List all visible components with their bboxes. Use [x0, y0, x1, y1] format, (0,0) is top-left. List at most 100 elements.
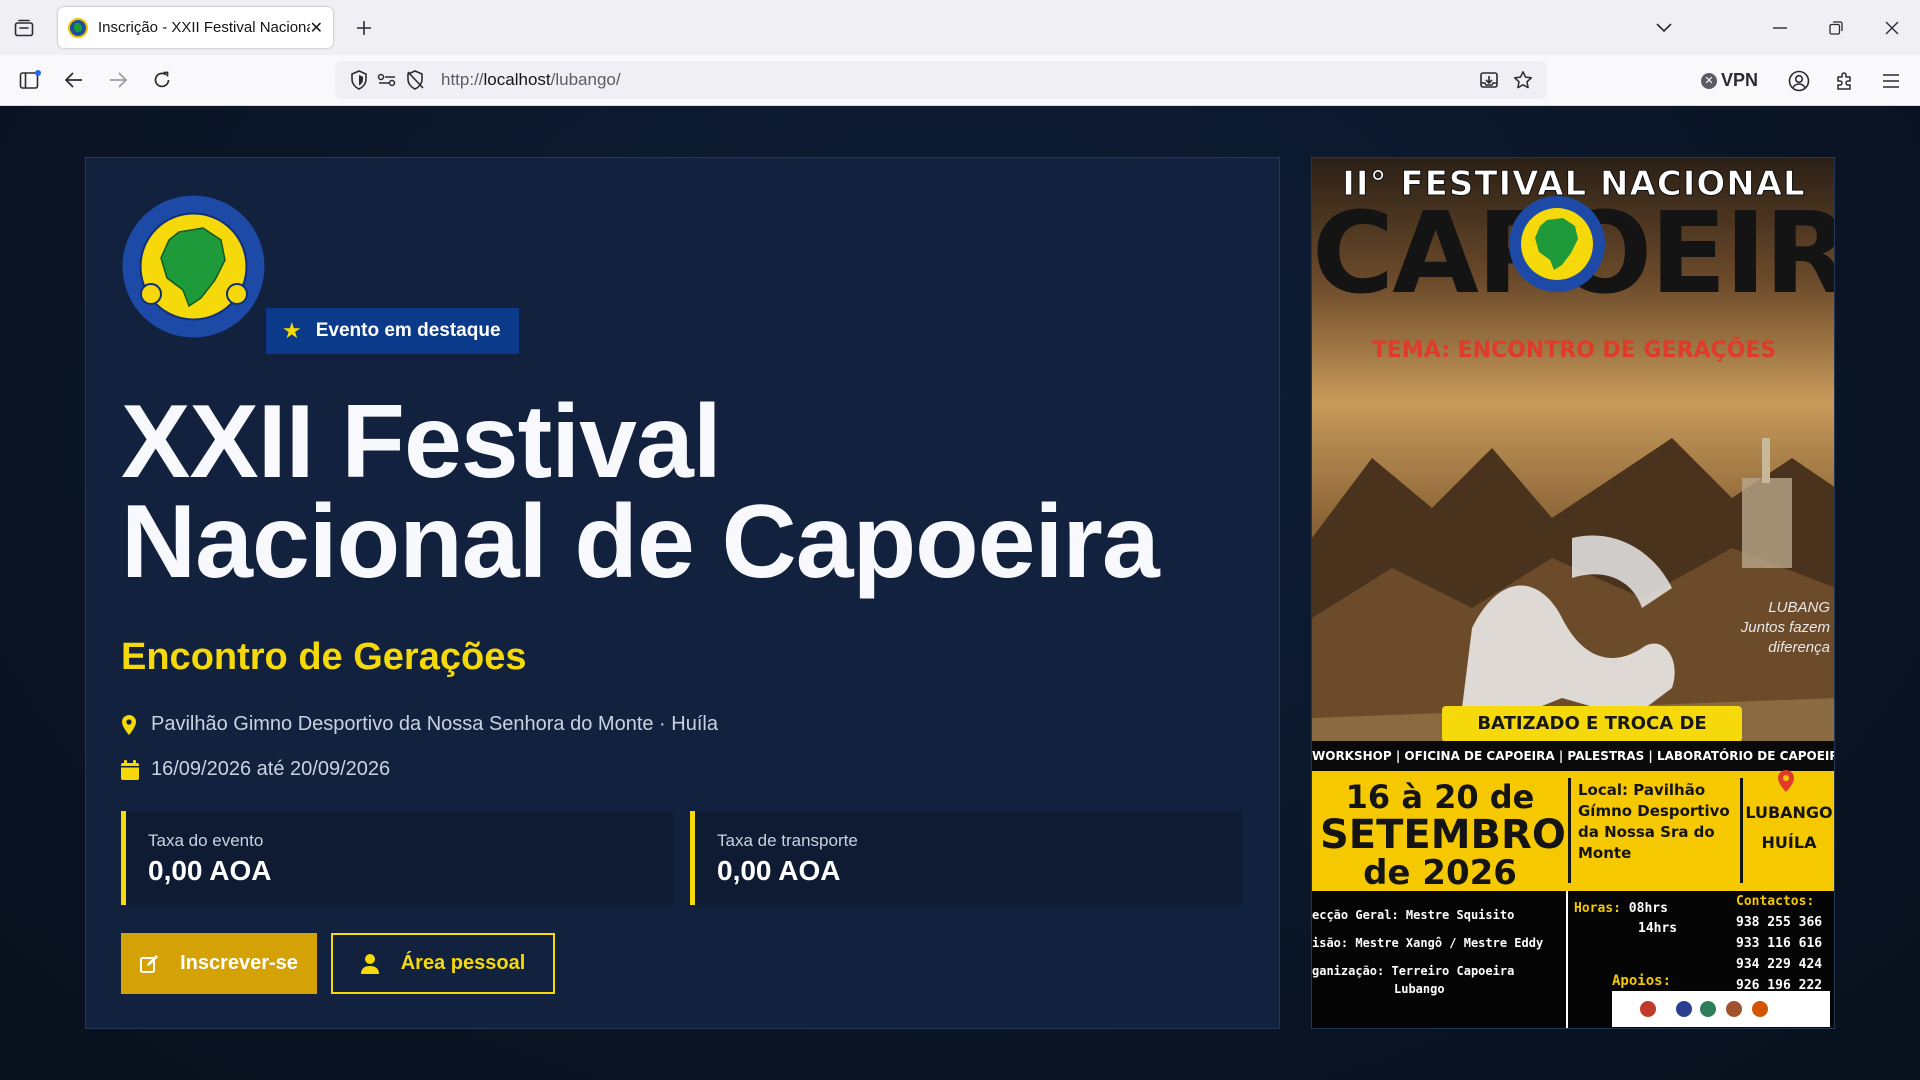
reload-button[interactable] — [140, 60, 184, 100]
poster-divider — [1568, 778, 1571, 883]
plus-icon — [357, 21, 371, 35]
poster-city: LUBANGO HUÍLA — [1742, 798, 1834, 858]
browser-tab-bar: Inscrição - XXII Festival Nacional de Ca… — [0, 0, 1920, 55]
poster-date-line-2: SETEMBRO — [1320, 812, 1566, 858]
arrow-left-icon — [65, 72, 82, 88]
bookmark-star-icon[interactable] — [1509, 66, 1537, 94]
page-content: ★ Evento em destaque XXII Festival Nacio… — [0, 106, 1920, 1080]
featured-badge-label: Evento em destaque — [315, 320, 501, 341]
personal-area-button[interactable]: Área pessoal — [331, 933, 555, 994]
close-window-button[interactable] — [1864, 0, 1920, 55]
address-bar[interactable]: http://localhost/lubango/ — [335, 61, 1547, 99]
calendar-icon — [121, 759, 139, 780]
minimize-button[interactable] — [1752, 0, 1808, 55]
chevron-down-icon — [1656, 22, 1672, 32]
active-tab[interactable]: Inscrição - XXII Festival Nacional de Ca… — [58, 7, 333, 48]
poster-hours-label: Horas: — [1574, 901, 1621, 916]
event-title: XXII Festival Nacional de Capoeira — [121, 390, 1261, 594]
app-menu-button[interactable] — [1868, 61, 1914, 101]
sidebar-toggle-button[interactable] — [8, 60, 52, 100]
event-subtitle: Encontro de Gerações — [121, 636, 527, 678]
tab-overview-icon — [14, 19, 34, 36]
poster-contact: 933 116 616 — [1736, 936, 1823, 951]
poster-contacts: Contactos: 938 255 366 933 116 616 934 2… — [1736, 891, 1822, 996]
capoeira-favicon-icon — [68, 17, 88, 38]
url-host: localhost — [483, 70, 551, 89]
list-all-tabs-button[interactable] — [1636, 0, 1692, 55]
poster-bottom-divider — [1566, 891, 1568, 1028]
poster-hours-2: 14hrs — [1638, 921, 1678, 936]
poster-contact: 938 255 366 — [1736, 915, 1823, 930]
poster-batizado-banner: BATIZADO E TROCA DE CORDAS — [1442, 706, 1742, 770]
edit-icon — [140, 954, 159, 973]
insecure-connection-lock-icon[interactable] — [401, 66, 429, 94]
poster-city-1: LUBANGO — [1745, 803, 1833, 822]
event-dates-text: 16/09/2026 até 20/09/2026 — [151, 758, 391, 780]
event-location-text: Pavilhão Gimno Desportivo da Nossa Senho… — [151, 713, 718, 735]
poster-side-text-2: Juntos fazem — [1740, 619, 1830, 636]
tab-close-icon[interactable]: ✕ — [310, 18, 323, 38]
close-icon — [1885, 21, 1899, 34]
poster-sponsor-logos — [1612, 991, 1830, 1027]
event-fee-label: Taxa do evento — [148, 831, 264, 850]
event-card: ★ Evento em destaque XXII Festival Nacio… — [85, 157, 1280, 1029]
event-location: Pavilhão Gimno Desportivo da Nossa Senho… — [121, 713, 718, 736]
poster-map-pin-icon — [1778, 770, 1794, 792]
account-icon — [1788, 70, 1810, 91]
event-fee-box: Taxa do evento 0,00 AOA — [121, 811, 673, 905]
personal-area-button-label: Área pessoal — [400, 952, 526, 974]
event-title-line-1: XXII Festival — [121, 384, 722, 500]
register-button[interactable]: Inscrever-se — [121, 933, 317, 994]
url-text[interactable]: http://localhost/lubango/ — [441, 70, 621, 90]
poster-credit-1: ecção Geral: Mestre Squisito — [1312, 908, 1515, 922]
url-scheme: http:// — [441, 70, 484, 89]
featured-event-badge: ★ Evento em destaque — [266, 308, 519, 354]
account-button[interactable] — [1776, 61, 1822, 101]
poster-contact: 934 229 424 — [1736, 957, 1823, 972]
poster-credits: ecção Geral: Mestre Squisito isão: Mestr… — [1312, 901, 1562, 1003]
poster-side-text: LUBANG Juntos fazem diferença — [1730, 598, 1830, 658]
arrow-right-icon — [110, 72, 127, 88]
poster-side-text-3: diferença — [1768, 639, 1830, 656]
restore-button[interactable] — [1808, 0, 1864, 55]
sidebar-icon — [19, 70, 41, 89]
save-to-pocket-icon[interactable] — [1475, 66, 1503, 94]
restore-icon — [1829, 20, 1843, 35]
new-tab-button[interactable] — [348, 12, 380, 44]
poster-side-text-1: LUBANG — [1768, 599, 1830, 616]
transport-fee-label: Taxa de transporte — [717, 831, 858, 850]
poster-hours: Horas: 08hrs 14hrs — [1574, 899, 1677, 939]
user-icon — [360, 953, 379, 974]
back-button[interactable] — [52, 60, 96, 100]
terreiro-capoeira-logo — [122, 195, 265, 338]
extensions-button[interactable] — [1822, 61, 1868, 101]
poster-city-2: HUÍLA — [1761, 833, 1817, 852]
poster-activities: WORKSHOP | OFICINA DE CAPOEIRA | PALESTR… — [1312, 741, 1834, 771]
forward-button[interactable] — [96, 60, 140, 100]
poster-dates: 16 à 20 de SETEMBRO de 2026 — [1320, 778, 1566, 893]
vpn-off-icon: ✕ — [1700, 72, 1717, 89]
poster-theme: TEMA: ENCONTRO DE GERAÇÕES — [1371, 338, 1777, 363]
tracking-protection-shield-icon[interactable] — [345, 66, 373, 94]
vpn-button[interactable]: ✕ VPN — [1700, 70, 1758, 91]
reload-icon — [154, 71, 170, 88]
tab-title: Inscrição - XXII Festival Nacional de Ca… — [98, 19, 310, 36]
browser-nav-bar: http://localhost/lubango/ ✕ VPN — [0, 55, 1920, 106]
map-pin-icon — [121, 714, 139, 735]
event-title-line-2: Nacional de Capoeira — [121, 484, 1160, 600]
puzzle-piece-icon — [1837, 71, 1851, 90]
minimize-icon — [1773, 26, 1787, 29]
hamburger-menu-icon — [1883, 73, 1899, 88]
transport-fee-box: Taxa de transporte 0,00 AOA — [690, 811, 1242, 905]
tab-overview-button[interactable] — [0, 0, 48, 55]
event-fee-value: 0,00 AOA — [148, 855, 272, 886]
poster-local: Local: Pavilhão Gímno Desportivo da Noss… — [1578, 781, 1730, 862]
poster-date-line-3: de 2026 — [1363, 853, 1517, 893]
transport-fee-value: 0,00 AOA — [717, 855, 841, 886]
url-path: /lubango/ — [550, 70, 621, 89]
star-icon: ★ — [282, 318, 302, 343]
poster-contacts-label: Contactos: — [1736, 894, 1815, 909]
vpn-label: VPN — [1720, 70, 1758, 90]
poster-logo — [1509, 196, 1605, 292]
site-permissions-icon[interactable] — [373, 66, 401, 94]
